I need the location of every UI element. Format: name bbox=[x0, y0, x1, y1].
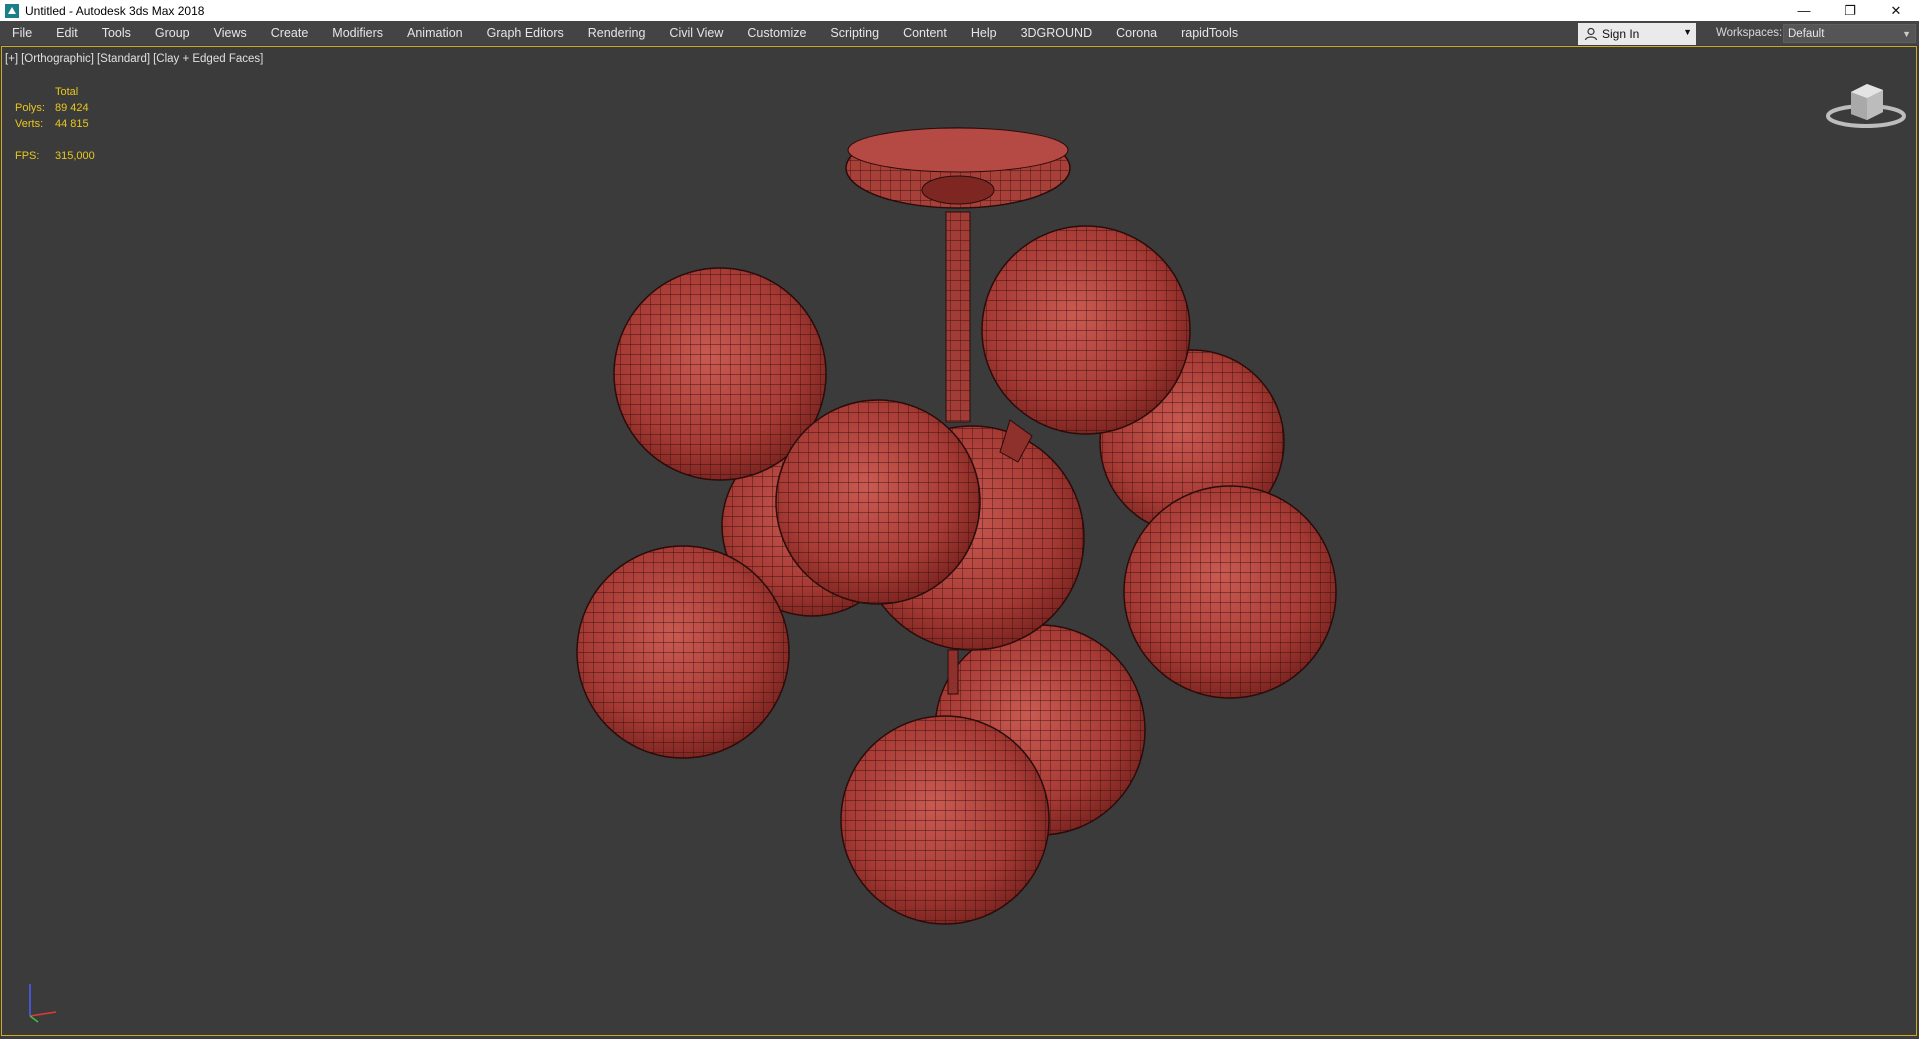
ceiling-canopy bbox=[845, 127, 1071, 209]
chandelier-model[interactable] bbox=[0, 0, 1919, 1039]
center-stem bbox=[945, 211, 971, 423]
